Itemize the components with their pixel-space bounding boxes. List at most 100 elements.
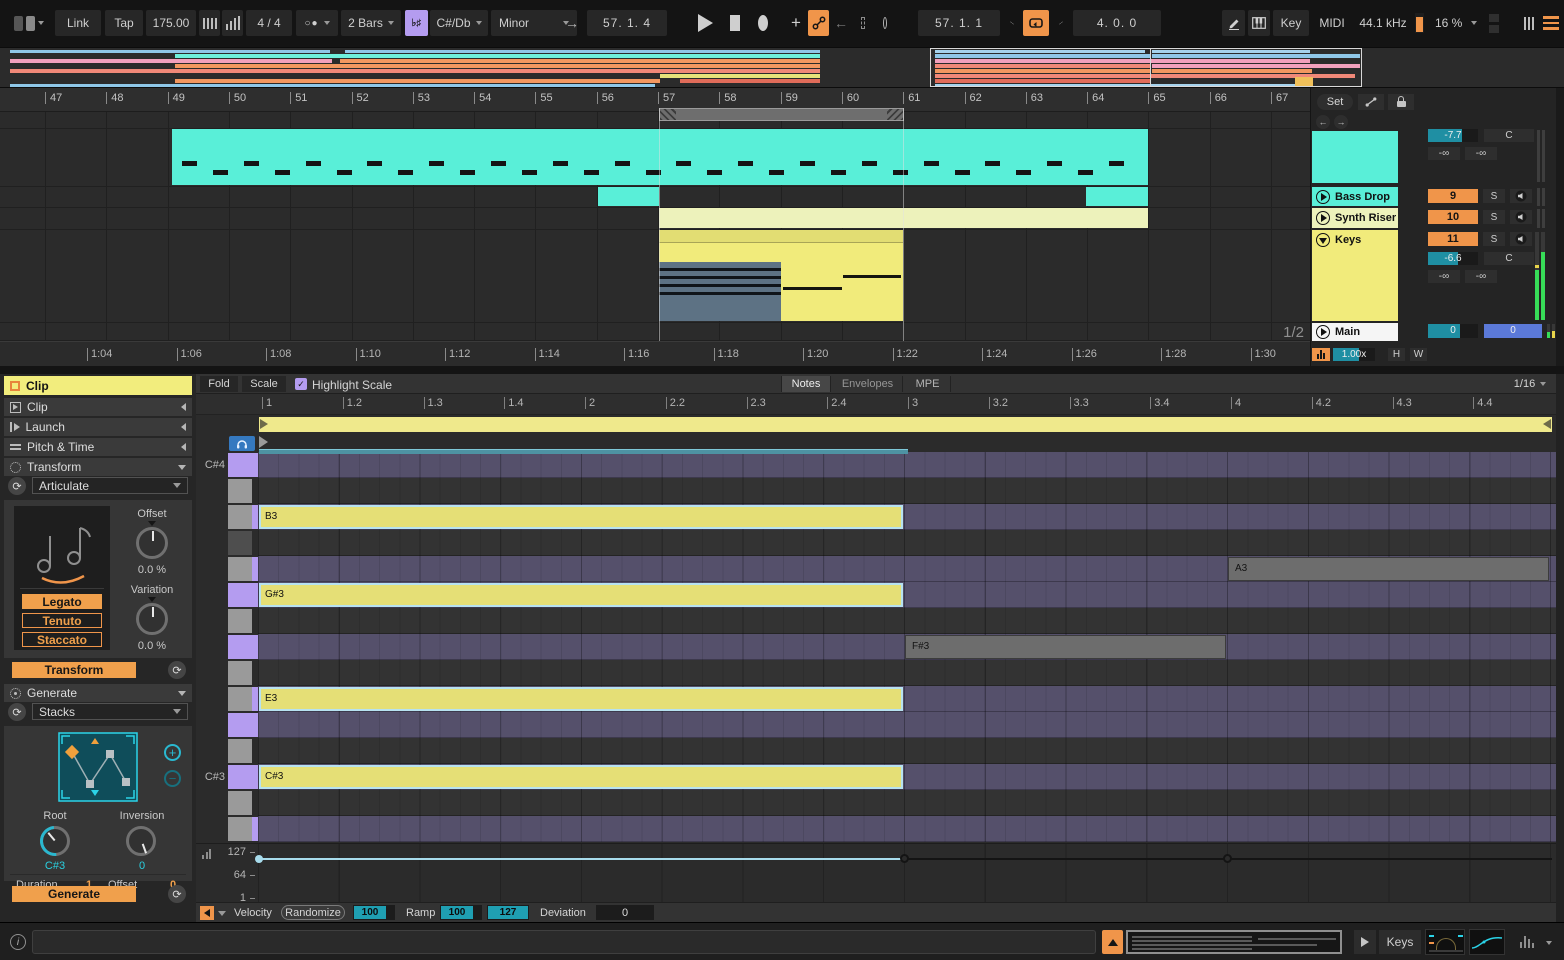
- bar-number[interactable]: 58: [719, 92, 736, 104]
- generate-reapply-button[interactable]: ⟳: [168, 885, 186, 903]
- transform-refresh-button[interactable]: ⟳: [8, 477, 26, 495]
- deviation-field[interactable]: 0: [596, 905, 654, 920]
- bar-number[interactable]: 49: [168, 92, 185, 104]
- velocity-ramp-line[interactable]: [905, 858, 1228, 860]
- arrangement-clip[interactable]: [1086, 187, 1148, 206]
- bar-number[interactable]: 53: [413, 92, 430, 104]
- section-generate[interactable]: Generate: [4, 684, 192, 702]
- loop-brace[interactable]: [659, 108, 904, 121]
- time-label[interactable]: 1:28: [1161, 348, 1186, 361]
- variation-knob[interactable]: [136, 603, 168, 635]
- quantize-menu[interactable]: 2 Bars: [341, 10, 401, 36]
- note-lane-A#3[interactable]: [258, 530, 1556, 556]
- inversion-value[interactable]: 0: [104, 860, 180, 872]
- randomize-amount-field[interactable]: 100: [353, 905, 395, 920]
- device-thumbnail[interactable]: [1469, 929, 1505, 955]
- piano-key-C3[interactable]: [228, 791, 252, 815]
- time-signature-field[interactable]: 4 / 4: [246, 10, 292, 36]
- bar-number[interactable]: 65: [1148, 92, 1165, 104]
- bar-number[interactable]: 61: [903, 92, 920, 104]
- arrangement-overview[interactable]: [0, 47, 1564, 88]
- bar-number[interactable]: 50: [229, 92, 246, 104]
- bar-number[interactable]: 54: [474, 92, 491, 104]
- editor-scrollbar[interactable]: [1556, 374, 1564, 922]
- synth-riser-solo-button[interactable]: S: [1483, 210, 1505, 224]
- follow-button[interactable]: →: [560, 10, 584, 36]
- loop-start-field[interactable]: 57. 1. 1: [918, 10, 1000, 36]
- velocity-ramp-line[interactable]: [259, 858, 905, 860]
- midi-note-A3[interactable]: A3: [1228, 557, 1549, 581]
- bar-number[interactable]: 48: [106, 92, 123, 104]
- track1-send-a[interactable]: -∞: [1428, 147, 1460, 160]
- transform-apply-button[interactable]: Transform: [12, 662, 136, 678]
- time-label[interactable]: 1:22: [893, 348, 918, 361]
- next-page-button[interactable]: →: [1334, 115, 1348, 129]
- unfold-track-button[interactable]: [1316, 325, 1330, 339]
- device-thumbnail[interactable]: [1425, 929, 1465, 955]
- synth-riser-preview-button[interactable]: [1510, 210, 1532, 224]
- piano-key-F#3[interactable]: [228, 635, 252, 659]
- time-label[interactable]: 1:24: [982, 348, 1007, 361]
- main-menu-button[interactable]: [1540, 10, 1562, 36]
- draw-pencil-button[interactable]: [1222, 10, 1245, 36]
- output-meter-icon[interactable]: [1520, 936, 1534, 948]
- piano-key-E3[interactable]: [228, 687, 252, 711]
- velocity-ramp-line[interactable]: [1228, 858, 1552, 860]
- bar-number[interactable]: 51: [290, 92, 307, 104]
- note-lane-C#4[interactable]: [258, 452, 1556, 478]
- midi-note-E3[interactable]: E3: [259, 687, 903, 711]
- keys-volume-slider[interactable]: -6.6: [1428, 252, 1478, 265]
- back-to-arrangement-button[interactable]: ←: [831, 10, 851, 36]
- main-pan-slider[interactable]: 0: [1484, 324, 1542, 338]
- arrangement-clip[interactable]: [659, 230, 903, 321]
- bar-number[interactable]: 66: [1210, 92, 1227, 104]
- generate-refresh-button[interactable]: ⟳: [8, 703, 26, 721]
- unfold-track-button[interactable]: [1316, 211, 1330, 225]
- window-controls[interactable]: [6, 10, 52, 36]
- time-label[interactable]: 1:04: [87, 348, 112, 361]
- bar-number[interactable]: 56: [597, 92, 614, 104]
- key-map-button[interactable]: Key: [1273, 10, 1309, 36]
- velocity-point[interactable]: [255, 855, 263, 863]
- track1-send-b[interactable]: -∞: [1465, 147, 1497, 160]
- scale-root-menu[interactable]: C#/Db: [430, 10, 488, 36]
- piano-key-A3[interactable]: [228, 557, 252, 581]
- bar-number[interactable]: 57: [658, 92, 675, 104]
- time-label[interactable]: 1:14: [535, 348, 560, 361]
- transform-preset-menu[interactable]: Articulate: [32, 477, 188, 494]
- nudge-up-button[interactable]: [222, 10, 243, 36]
- mixer-view-toggle[interactable]: [1518, 10, 1540, 36]
- arrangement-clip[interactable]: [172, 129, 1148, 185]
- collapse-icon[interactable]: [181, 403, 186, 411]
- beat-time-ruler[interactable]: 4748495051525354555657585960616263646566…: [0, 88, 1310, 112]
- keys-preview-button[interactable]: [1510, 232, 1532, 246]
- lane-select-caret[interactable]: [218, 911, 226, 916]
- marquee-select-button[interactable]: [853, 10, 873, 36]
- loop-length-field[interactable]: 4. 0. 0: [1073, 10, 1161, 36]
- metronome-button[interactable]: ○●: [296, 10, 338, 36]
- bar-number[interactable]: 64: [1087, 92, 1104, 104]
- info-button[interactable]: i: [10, 934, 26, 950]
- note-lane-F3[interactable]: [258, 660, 1556, 686]
- clip-scrub-strip[interactable]: [259, 449, 908, 454]
- velocity-point[interactable]: [1223, 854, 1232, 863]
- stacks-pad[interactable]: [58, 732, 138, 802]
- time-label[interactable]: 1:30: [1251, 348, 1276, 361]
- time-label[interactable]: 1:06: [177, 348, 202, 361]
- time-label[interactable]: 1:08: [266, 348, 291, 361]
- section-pitch-time[interactable]: Pitch & Time: [4, 438, 192, 456]
- piano-key-G3[interactable]: [228, 609, 252, 633]
- bar-number[interactable]: 63: [1026, 92, 1043, 104]
- bar-number[interactable]: 60: [842, 92, 859, 104]
- link-markers-button[interactable]: [1358, 94, 1384, 110]
- midi-note-F#3[interactable]: F#3: [905, 635, 1226, 659]
- arrangement-clip[interactable]: [598, 187, 659, 206]
- fold-track-button[interactable]: [1316, 233, 1330, 247]
- draw-mode-button[interactable]: [808, 10, 829, 36]
- width-zoom-button[interactable]: W: [1410, 348, 1427, 361]
- track-header-keys[interactable]: Keys: [1312, 230, 1398, 321]
- loop-switch[interactable]: [1023, 10, 1049, 36]
- tenuto-button[interactable]: Tenuto: [22, 613, 102, 628]
- piano-key-D3[interactable]: [228, 739, 252, 763]
- time-label[interactable]: 1:12: [445, 348, 470, 361]
